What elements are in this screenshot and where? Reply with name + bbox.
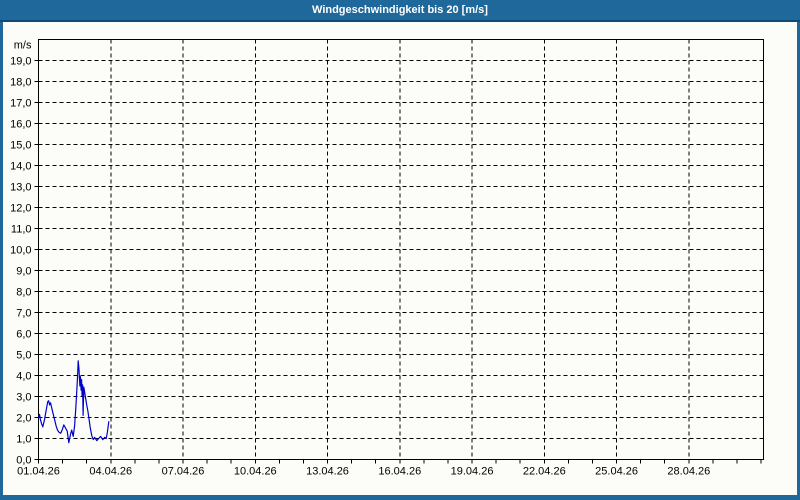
svg-text:13,0: 13,0 (10, 182, 31, 194)
wind-speed-window: Windgeschwindigkeit bis 20 [m/s] 0,0 1,0 2… (0, 0, 800, 500)
svg-text:16.04.26: 16.04.26 (378, 466, 421, 478)
svg-text:m/s: m/s (14, 40, 32, 52)
wind-speed-line-chart: 0,01,02,03,04,05,06,07,08,09,010,011,012… (10, 39, 764, 478)
svg-text:1,0: 1,0 (16, 434, 31, 446)
svg-text:01.04.26: 01.04.26 (17, 466, 60, 478)
svg-text:14,0: 14,0 (10, 161, 31, 173)
svg-text:9,0: 9,0 (16, 266, 31, 278)
svg-text:11,0: 11,0 (11, 224, 32, 236)
svg-text:12,0: 12,0 (10, 203, 31, 215)
svg-text:28.04.26: 28.04.26 (667, 466, 710, 478)
svg-text:5,0: 5,0 (16, 350, 31, 362)
window-title: Windgeschwindigkeit bis 20 [m/s] (312, 4, 488, 16)
svg-text:10,0: 10,0 (10, 245, 31, 257)
svg-text:7,0: 7,0 (16, 308, 31, 320)
svg-text:8,0: 8,0 (16, 287, 31, 299)
svg-text:13.04.26: 13.04.26 (306, 466, 349, 478)
svg-text:10.04.26: 10.04.26 (234, 466, 277, 478)
svg-text:19.04.26: 19.04.26 (451, 466, 494, 478)
svg-text:4,0: 4,0 (16, 371, 31, 383)
svg-text:04.04.26: 04.04.26 (89, 466, 132, 478)
chart-panel: 0,0 1,0 2,0 3,0 4,0 5,0 6,0 7,0 8,0 9,0 10,0 11,0 12… (3, 22, 797, 495)
svg-text:15,0: 15,0 (10, 140, 31, 152)
svg-text:25.04.26: 25.04.26 (595, 466, 638, 478)
svg-text:19,0: 19,0 (10, 56, 31, 68)
wind-speed-series-line (37, 360, 110, 444)
svg-text:17,0: 17,0 (10, 98, 31, 110)
svg-text:2,0: 2,0 (16, 413, 31, 425)
svg-text:16,0: 16,0 (10, 119, 31, 131)
svg-text:07.04.26: 07.04.26 (162, 466, 205, 478)
svg-text:3,0: 3,0 (16, 392, 31, 404)
svg-text:18,0: 18,0 (10, 77, 31, 89)
window-title-bar: Windgeschwindigkeit bis 20 [m/s] (0, 0, 800, 22)
svg-text:22.04.26: 22.04.26 (523, 466, 566, 478)
svg-text:6,0: 6,0 (16, 329, 31, 341)
